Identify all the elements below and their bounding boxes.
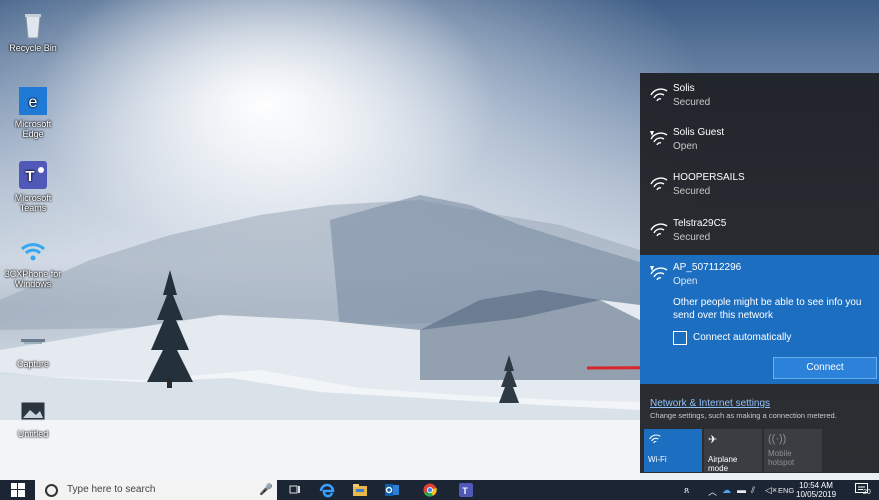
desktop-icon-3cxphone[interactable]: 3CXPhone for Windows [4,236,62,289]
chrome-icon[interactable] [420,480,440,500]
desktop-icon-label: 3CXPhone for Windows [4,269,62,289]
network-item[interactable]: Solis Secured [640,76,879,118]
network-settings-description: Change settings, such as making a connec… [650,411,837,420]
windows-logo-icon [11,483,25,497]
desktop-icon-label: Microsoft Edge [14,119,52,139]
network-item[interactable]: Solis Guest Open [640,120,879,162]
start-button[interactable] [0,480,34,500]
hotspot-icon: ((·)) [768,433,787,445]
quick-action-label: Airplane mode [708,455,738,473]
network-name: HOOPERSAILS [673,172,745,183]
phone-wifi-icon [18,236,48,266]
taskbar: Type here to search 🎤 T ጸ ︿ ☁ ▬ ⫽ ◁× ENG… [0,480,879,500]
network-item[interactable]: HOOPERSAILS Secured [640,165,879,207]
connect-automatically-label[interactable]: Connect automatically [693,332,791,343]
onedrive-icon[interactable]: ☁ [722,485,731,496]
teams-icon: T [18,160,48,190]
volume-icon[interactable]: ◁× [765,485,777,496]
wifi-icon [648,433,698,449]
pine-tree [147,270,193,388]
clock-time: 10:54 AM [799,481,833,490]
quick-action-wifi[interactable]: Wi-Fi [644,429,702,472]
microphone-icon[interactable]: 🎤 [259,483,273,496]
network-status: Open [673,276,698,287]
wifi-secured-icon [650,177,668,191]
network-item[interactable]: Telstra29C5 Secured [640,211,879,253]
desktop-icon-label: Recycle Bin [9,43,57,53]
cortana-icon [45,484,58,497]
image-file-icon [18,396,48,426]
network-name: Solis [673,83,695,94]
network-status: Secured [673,186,711,197]
svg-text:T: T [25,168,34,185]
input-language[interactable]: ENG [778,486,794,495]
network-name: AP_507112296 [673,262,742,273]
desktop-icon-microsoft-teams[interactable]: T Microsoft Teams [4,160,62,213]
connect-button[interactable]: Connect [773,357,877,379]
network-settings-link[interactable]: Network & Internet settings [650,398,770,409]
open-network-warning: Other people might be able to see info y… [673,297,862,321]
desktop-icon-untitled[interactable]: Untitled [4,396,62,439]
network-name: Solis Guest [673,127,725,138]
file-explorer-icon[interactable] [350,480,370,500]
network-status: Secured [673,232,711,243]
clock-date: 10/05/2019 [796,490,837,499]
network-flyout: Solis Secured Solis Guest Open HOOPERSAI… [640,73,879,473]
airplane-icon: ✈ [708,434,718,446]
network-name: Telstra29C5 [673,218,727,229]
outlook-icon[interactable] [382,480,402,500]
quick-action-label: Wi-Fi [648,455,667,464]
recycle-bin-icon [18,10,48,40]
desktop-icon-recycle-bin[interactable]: Recycle Bin [4,10,62,53]
desktop-icon-label: Untitled [17,429,49,439]
desktop-icon-label: Capture [16,359,50,369]
action-center-button[interactable]: 20 [855,482,873,498]
quick-action-label: Mobile hotspot [768,449,795,467]
edge-icon: e [18,86,48,116]
svg-text:e: e [29,94,38,111]
search-placeholder: Type here to search [67,484,156,495]
edge-icon[interactable] [317,480,337,500]
network-status: Secured [673,97,711,108]
network-tray-icon[interactable]: ⫽ [751,485,755,496]
quick-action-airplane-mode[interactable]: ✈ Airplane mode [704,429,762,473]
teams-icon[interactable]: T [456,480,476,500]
desktop-icon-label: Microsoft Teams [14,193,52,213]
taskbar-clock[interactable]: 10:54 AM 10/05/2019 [796,481,836,499]
wifi-open-icon [650,266,668,281]
capture-icon [18,326,48,356]
people-icon[interactable]: ጸ [684,485,689,496]
wifi-open-icon [650,131,668,146]
notification-count-badge: 20 [863,489,871,496]
pine-tree [499,355,519,403]
network-status: Open [673,141,698,152]
show-hidden-icons-chevron-icon[interactable]: ︿ [708,485,717,498]
wifi-secured-icon [650,88,668,102]
desktop-icon-capture[interactable]: Capture [4,326,62,369]
battery-icon[interactable]: ▬ [737,485,746,495]
taskbar-search-box[interactable]: Type here to search 🎤 [35,480,277,500]
desktop-icon-microsoft-edge[interactable]: e Microsoft Edge [4,86,62,139]
svg-text:T: T [462,486,468,496]
task-view-icon[interactable] [285,480,305,500]
selected-network[interactable]: AP_507112296 Open Other people might be … [640,255,879,384]
connect-automatically-checkbox[interactable] [673,331,687,345]
quick-action-mobile-hotspot[interactable]: ((·)) Mobile hotspot [764,429,822,472]
wifi-secured-icon [650,223,668,237]
